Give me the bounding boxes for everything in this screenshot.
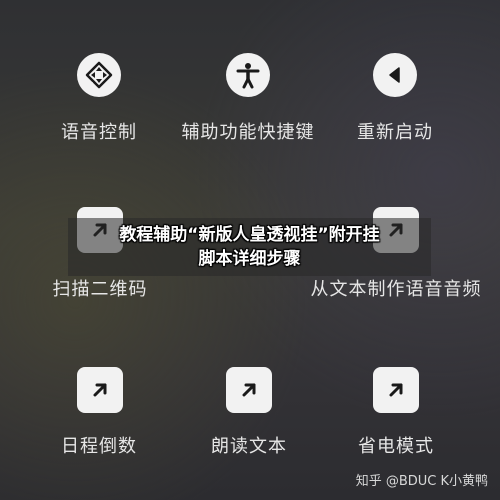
banner-line-2: 脚本详细步骤	[198, 249, 301, 269]
power-saving-label: 省电模式	[358, 436, 434, 457]
countdown-arrow-up-right-icon[interactable]	[77, 367, 123, 413]
restart-label: 重新启动	[357, 122, 433, 143]
read-aloud-arrow-up-right-icon[interactable]	[226, 367, 272, 413]
zhihu-watermark: 知乎 @BDUC K小黄鸭	[355, 474, 488, 489]
voice-control-icon[interactable]	[77, 53, 121, 97]
text-to-audio-label: 从文本制作语音音频	[310, 279, 482, 300]
accessibility-icon[interactable]	[226, 53, 270, 97]
shortcut-panel: 语音控制 辅助功能快捷键 重新启动 扫描二维码 从文本制作语音音频 日程倒数 朗…	[0, 0, 500, 500]
scan-qr-label: 扫描二维码	[52, 279, 148, 300]
banner-line-1: 教程辅助“新版人皇透视挂”附开挂	[119, 225, 380, 245]
power-saving-arrow-up-right-icon[interactable]	[373, 367, 419, 413]
overlay-caption-banner: 教程辅助“新版人皇透视挂”附开挂 脚本详细步骤	[68, 218, 431, 276]
restart-icon[interactable]	[373, 53, 417, 97]
